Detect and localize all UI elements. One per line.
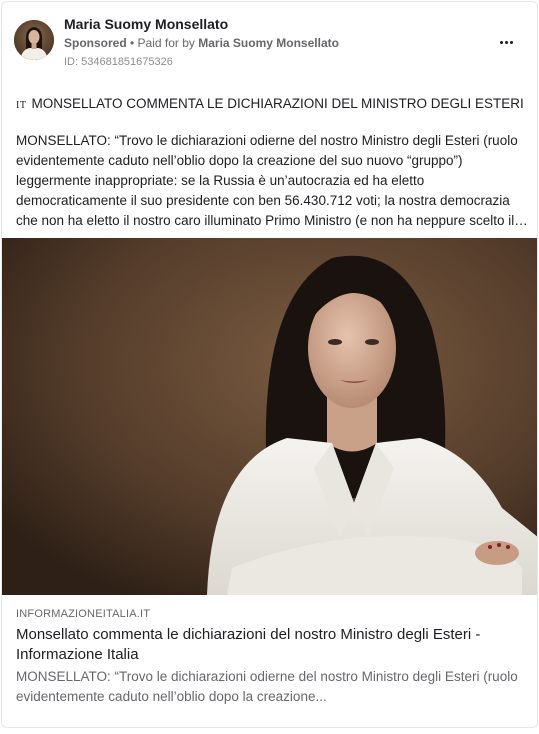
link-domain: INFORMAZIONEITALIA.IT <box>16 608 151 620</box>
post-headline: IT MONSELLATO COMMENTA LE DICHIARAZIONI D… <box>16 94 528 116</box>
headline-text: MONSELLATO COMMENTA LE DICHIARAZIONI DEL… <box>31 96 524 111</box>
sponsored-line: Sponsored • Paid for by Maria Suomy Mons… <box>64 36 339 50</box>
author-avatar[interactable] <box>14 20 54 60</box>
avatar-image <box>14 20 54 60</box>
more-horizontal-icon <box>499 40 514 44</box>
portrait-image <box>2 238 537 595</box>
sponsored-post-card: Maria Suomy Monsellato Sponsored • Paid … <box>1 1 538 728</box>
author-name[interactable]: Maria Suomy Monsellato <box>64 16 228 32</box>
post-photo[interactable] <box>2 238 537 595</box>
language-tag: IT <box>16 100 27 111</box>
ad-id: ID: 534681851675326 <box>64 56 173 68</box>
more-options-button[interactable] <box>495 32 517 52</box>
sponsored-label: Sponsored <box>64 36 127 50</box>
link-preview[interactable]: INFORMAZIONEITALIA.IT Monsellato comment… <box>2 595 537 727</box>
post-header: Maria Suomy Monsellato Sponsored • Paid … <box>2 2 537 82</box>
paid-for-name[interactable]: Maria Suomy Monsellato <box>198 36 339 50</box>
separator: • <box>126 36 138 50</box>
paid-for-prefix: Paid for by <box>137 36 199 50</box>
post-body: MONSELLATO: “Trovo le dichiarazioni odie… <box>16 133 518 228</box>
link-title[interactable]: Monsellato commenta le dichiarazioni del… <box>16 625 531 665</box>
link-description: MONSELLATO: “Trovo le dichiarazioni odie… <box>16 669 518 704</box>
post-text: IT MONSELLATO COMMENTA LE DICHIARAZIONI D… <box>16 94 528 231</box>
